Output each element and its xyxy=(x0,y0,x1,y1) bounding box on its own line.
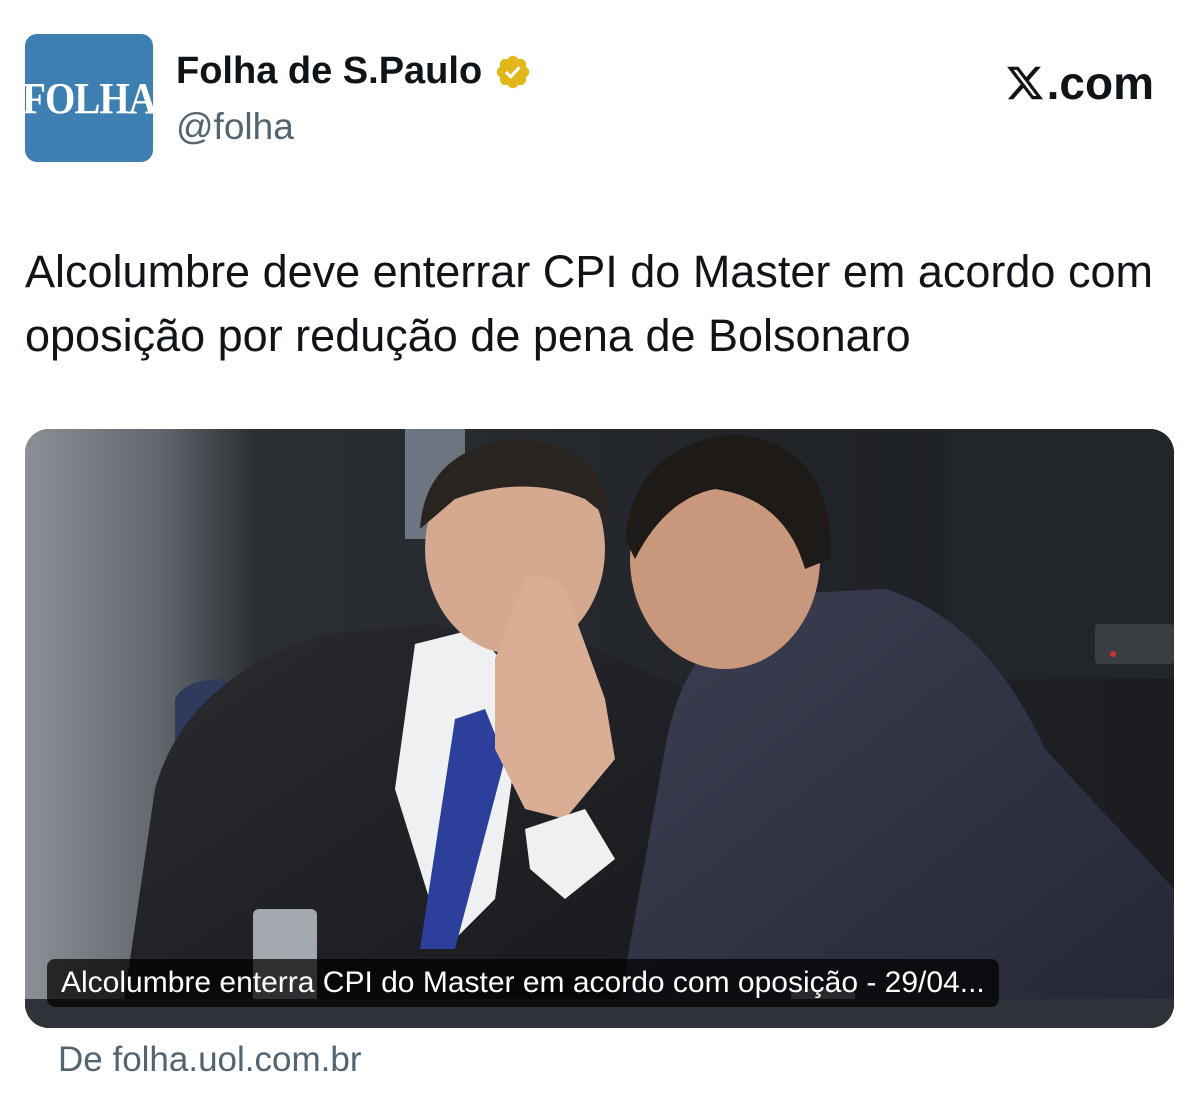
article-photo xyxy=(25,429,1174,1028)
x-com-brand: .com xyxy=(1005,56,1154,110)
account-name-row: Folha de S.Paulo xyxy=(176,50,532,93)
link-card-caption: Alcolumbre enterra CPI do Master em acor… xyxy=(47,959,999,1007)
brand-domain-text: .com xyxy=(1046,57,1154,109)
display-name[interactable]: Folha de S.Paulo xyxy=(176,50,482,93)
account-handle[interactable]: @folha xyxy=(176,106,294,148)
link-source[interactable]: De folha.uol.com.br xyxy=(58,1040,361,1080)
x-logo-icon xyxy=(1006,66,1043,100)
tweet-text: Alcolumbre deve enterrar CPI do Master e… xyxy=(25,246,1153,361)
link-card[interactable]: Alcolumbre enterra CPI do Master em acor… xyxy=(25,429,1174,1028)
avatar[interactable]: FOLHA xyxy=(25,34,153,162)
avatar-logo-text: FOLHA xyxy=(25,73,153,123)
verified-badge-icon xyxy=(494,53,532,91)
